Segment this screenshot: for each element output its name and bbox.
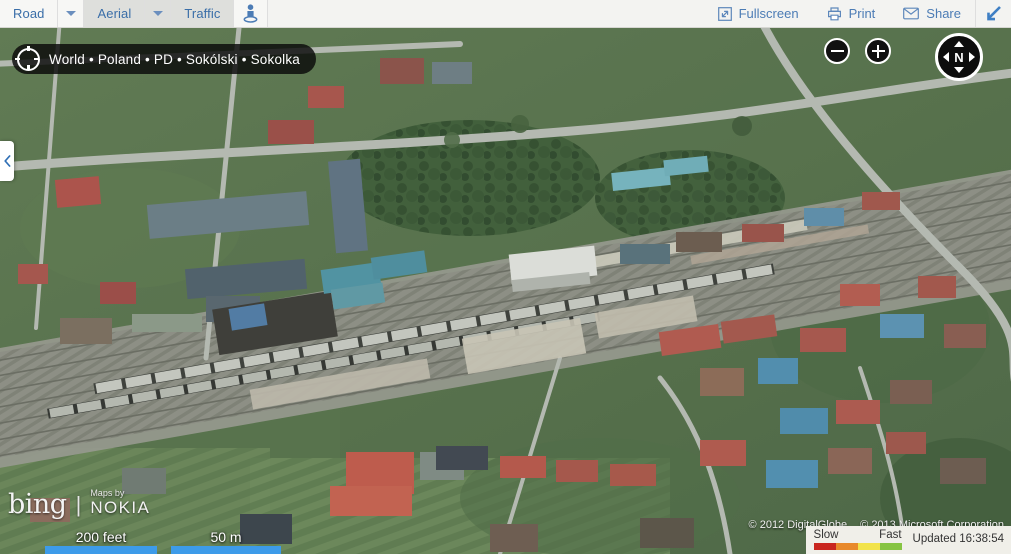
- scale-metric: 50 m: [171, 529, 281, 554]
- traffic-legend-gradient: [813, 543, 902, 550]
- breadcrumb[interactable]: World • Poland • PD • Sokólski • Sokolka: [12, 44, 317, 74]
- pegman-icon: [243, 4, 258, 23]
- aerial-imagery: [0, 28, 1011, 554]
- traffic-legend-swatch-0: [813, 543, 836, 550]
- scale-imperial: 200 feet: [45, 529, 157, 554]
- nokia-logo: NOKIA: [90, 498, 151, 517]
- breadcrumb-label: World • Poland • PD • Sokólski • Sokolka: [49, 51, 301, 67]
- printer-icon: [827, 6, 841, 20]
- traffic-legend-swatch-3: [879, 543, 902, 550]
- collapse-panel-button[interactable]: [975, 0, 1011, 27]
- view-button-aerial[interactable]: Aerial: [84, 0, 146, 27]
- scale-bars: 200 feet 50 m: [45, 529, 281, 554]
- scale-imperial-bar: [45, 546, 157, 554]
- traffic-legend-swatch-1: [835, 543, 858, 550]
- fullscreen-label: Fullscreen: [738, 6, 799, 21]
- arrow-down-left-icon: [987, 6, 1001, 21]
- print-button[interactable]: Print: [813, 0, 890, 27]
- view-button-road[interactable]: Road: [0, 0, 59, 27]
- zoom-out-button[interactable]: [824, 38, 850, 64]
- compass-north-label: N: [954, 49, 964, 65]
- chevron-down-icon: [152, 11, 163, 16]
- traffic-legend-labels: Slow Fast: [814, 529, 902, 541]
- map-toolbar: Road Aerial Traffic Fullscreen Print Sha…: [0, 0, 1011, 28]
- traffic-fast-label: Fast: [879, 529, 902, 541]
- view-dropdown-aerial[interactable]: [145, 0, 172, 27]
- print-label: Print: [848, 6, 876, 21]
- traffic-updated-time: Updated 16:38:54: [912, 533, 1004, 545]
- side-panel-toggle[interactable]: [0, 141, 14, 181]
- fullscreen-button[interactable]: Fullscreen: [704, 0, 813, 27]
- chevron-left-icon: [3, 155, 10, 167]
- locator-crosshair-icon: [15, 45, 40, 71]
- envelope-icon: [903, 7, 920, 20]
- brand-separator: |: [75, 492, 82, 517]
- maps-by-label: Maps by: [90, 488, 125, 498]
- view-dropdown-road[interactable]: [58, 0, 85, 27]
- scale-imperial-label: 200 feet: [75, 529, 127, 545]
- traffic-status-bar: Slow Fast Updated 16:38:54: [805, 526, 1011, 554]
- toolbar-right-group: Fullscreen Print Share: [704, 0, 1011, 27]
- zoom-in-button[interactable]: [865, 38, 891, 64]
- traffic-speed-legend: Slow Fast: [813, 529, 902, 550]
- toolbar-left-group: Road Aerial Traffic: [0, 0, 269, 27]
- share-label: Share: [926, 6, 961, 21]
- branding: bing | Maps by NOKIA: [8, 489, 150, 519]
- traffic-legend-swatch-2: [857, 543, 880, 550]
- compass-rose[interactable]: N: [935, 33, 983, 81]
- scale-metric-label: 50 m: [210, 529, 242, 545]
- nokia-attribution: Maps by NOKIA: [90, 489, 150, 518]
- bing-logo[interactable]: bing: [8, 491, 67, 518]
- share-button[interactable]: Share: [889, 0, 975, 27]
- streetside-pegman-button[interactable]: [234, 0, 269, 27]
- traffic-slow-label: Slow: [813, 529, 839, 541]
- chevron-down-icon: [65, 11, 76, 16]
- fullscreen-icon: [717, 6, 732, 21]
- map-canvas[interactable]: World • Poland • PD • Sokólski • Sokolka…: [0, 28, 1011, 554]
- bing-maps-app: Road Aerial Traffic Fullscreen Print Sha…: [0, 0, 1011, 554]
- view-button-traffic[interactable]: Traffic: [171, 0, 235, 27]
- scale-metric-bar: [171, 546, 281, 554]
